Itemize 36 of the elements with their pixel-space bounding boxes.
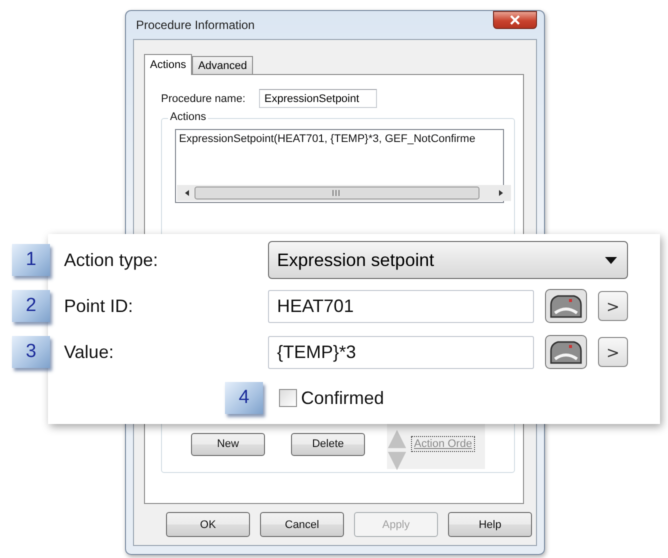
down-arrow-icon[interactable] xyxy=(387,451,407,471)
action-type-dropdown[interactable]: Expression setpoint xyxy=(268,241,628,279)
tab[interactable]: Actions xyxy=(144,54,192,75)
close-icon xyxy=(510,15,520,25)
list-item[interactable]: ExpressionSetpoint(HEAT701, {TEMP}*3, GEF_NotConfirme xyxy=(176,130,503,148)
browse-button[interactable] xyxy=(545,289,587,323)
checkbox[interactable] xyxy=(279,389,297,407)
dialog-button[interactable]: OK xyxy=(166,512,250,537)
next-button[interactable]: > xyxy=(598,291,628,321)
field-label: Action type: xyxy=(63,250,160,270)
step-number-badge: 1 xyxy=(12,244,50,276)
field-label: Value: xyxy=(63,342,115,362)
caret-icon xyxy=(605,256,617,264)
checkbox-label[interactable]: Confirmed xyxy=(301,388,384,408)
field-label: Point ID: xyxy=(63,296,134,316)
browse-button[interactable] xyxy=(545,335,587,369)
close-button[interactable] xyxy=(493,11,537,29)
field-label: Procedure name: xyxy=(161,92,246,104)
window-title: Procedure Information xyxy=(135,18,255,32)
step-number-badge: 3 xyxy=(12,336,50,368)
device-icon xyxy=(549,339,583,365)
action-button[interactable]: Delete xyxy=(291,432,365,456)
step-number-badge: 4 xyxy=(225,382,263,414)
text-field[interactable]: {TEMP}*3 xyxy=(268,336,534,368)
action-button[interactable]: New xyxy=(191,432,265,456)
step-number-badge: 2 xyxy=(12,290,50,322)
next-button[interactable]: > xyxy=(598,337,628,367)
device-icon xyxy=(549,293,583,319)
dialog-button[interactable]: Help xyxy=(448,512,532,537)
text-field[interactable]: HEAT701 xyxy=(268,290,534,322)
group-title: Actions xyxy=(168,111,208,123)
dialog-button[interactable]: Cancel xyxy=(260,512,344,537)
up-arrow-icon[interactable] xyxy=(387,429,407,449)
procedure-name-field[interactable]: ExpressionSetpoint xyxy=(259,89,378,108)
horizontal-scrollbar[interactable] xyxy=(177,185,511,201)
tab[interactable]: Advanced xyxy=(192,56,254,74)
